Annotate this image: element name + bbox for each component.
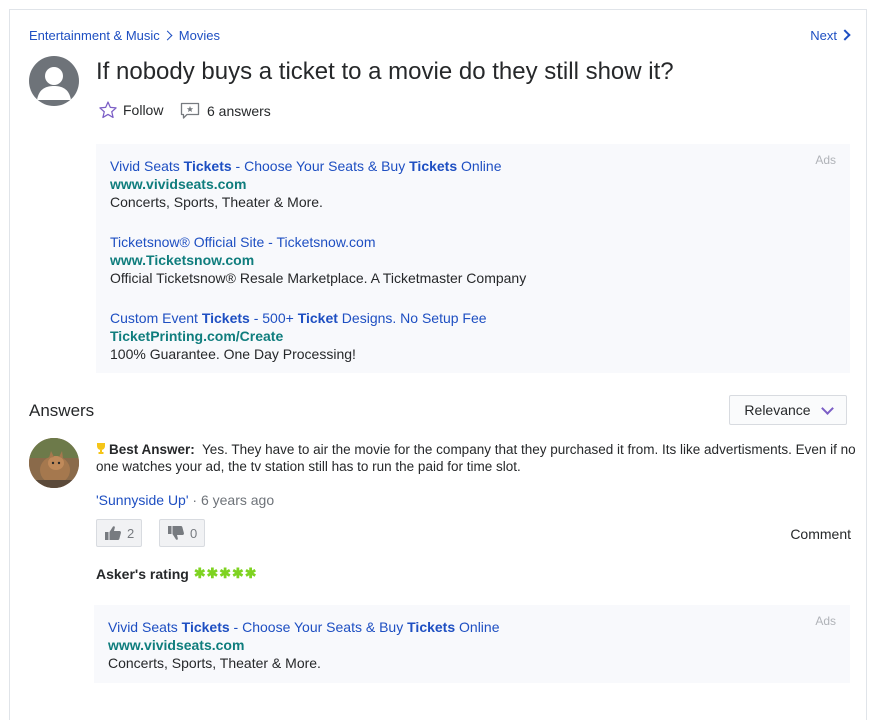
- ad-item[interactable]: Vivid Seats Tickets - Choose Your Seats …: [108, 618, 499, 672]
- ad-title-keyword: Tickets: [407, 619, 456, 635]
- follow-button[interactable]: Follow: [98, 100, 163, 120]
- ad-title-part: - Choose Your Seats & Buy: [231, 158, 410, 174]
- ad-item[interactable]: Ticketsnow® Official Site - Ticketsnow.c…: [110, 233, 526, 287]
- ad-title-part: - 500+: [249, 310, 298, 326]
- downvote-count: 0: [190, 525, 198, 541]
- next-label: Next: [810, 28, 837, 43]
- breadcrumb-category-link[interactable]: Entertainment & Music: [29, 28, 160, 43]
- ad-title-link[interactable]: Custom Event Tickets - 500+ Ticket Desig…: [110, 309, 487, 327]
- downvote-button[interactable]: 0: [159, 519, 206, 547]
- sort-dropdown[interactable]: Relevance: [729, 395, 847, 425]
- ad-description: Concerts, Sports, Theater & More.: [108, 655, 321, 671]
- ad-title-part: Online: [455, 619, 500, 635]
- breadcrumb-subcategory-link[interactable]: Movies: [179, 28, 220, 43]
- ad-title-part: Online: [457, 158, 502, 174]
- ads-label: Ads: [815, 153, 836, 167]
- ad-title-keyword: Ticket: [297, 310, 338, 326]
- ad-url[interactable]: www.vividseats.com: [110, 175, 501, 193]
- answerer-avatar[interactable]: [29, 438, 79, 488]
- upvote-button[interactable]: 2: [96, 519, 143, 547]
- comment-button[interactable]: Comment: [790, 526, 851, 542]
- ad-title-part: Vivid Seats: [108, 619, 182, 635]
- askers-rating: Asker's rating ✱✱✱✱✱: [96, 565, 257, 582]
- best-answer-text: Best Answer: Yes. They have to air the m…: [96, 441, 856, 475]
- best-answer-label: Best Answer:: [109, 442, 195, 457]
- ad-item[interactable]: Custom Event Tickets - 500+ Ticket Desig…: [110, 309, 487, 363]
- trophy-icon: [97, 443, 105, 454]
- ad-url[interactable]: TicketPrinting.com/Create: [110, 327, 487, 345]
- answer-time: 6 years ago: [200, 492, 275, 508]
- answers-count-label: 6 answers: [207, 103, 271, 119]
- ads-label: Ads: [815, 614, 836, 628]
- answers-heading: Answers: [29, 401, 95, 420]
- ad-description: Concerts, Sports, Theater & More.: [110, 194, 323, 210]
- thumbs-up-icon: [105, 526, 121, 540]
- bottom-ad-box: Ads Vivid Seats Tickets - Choose Your Se…: [94, 605, 850, 683]
- ad-title-keyword: Tickets: [181, 619, 230, 635]
- rating-stars-icon: ✱✱✱✱✱: [193, 565, 258, 581]
- top-ads-box: Ads Vivid Seats Tickets - Choose Your Se…: [96, 144, 850, 373]
- askers-rating-label: Asker's rating: [96, 565, 189, 582]
- ad-title-keyword: Tickets: [409, 158, 458, 174]
- ad-title-link[interactable]: Vivid Seats Tickets - Choose Your Seats …: [110, 157, 501, 175]
- question-title: If nobody buys a ticket to a movie do th…: [96, 58, 674, 85]
- page-frame: Entertainment & Music Movies Next If nobo…: [9, 9, 867, 720]
- answer-author-link[interactable]: 'Sunnyside Up': [96, 492, 189, 508]
- ad-title-link[interactable]: Ticketsnow® Official Site - Ticketsnow.c…: [110, 233, 526, 251]
- chevron-right-icon: [839, 29, 851, 41]
- star-outline-icon: [99, 101, 117, 119]
- breadcrumb: Entertainment & Music Movies: [29, 28, 220, 43]
- answer-meta: 'Sunnyside Up' · 6 years ago: [96, 492, 274, 508]
- follow-label: Follow: [123, 102, 164, 118]
- chevron-down-icon: [820, 401, 834, 415]
- ad-title-keyword: Tickets: [201, 310, 250, 326]
- ad-title-keyword: Tickets: [183, 158, 232, 174]
- ad-title-link[interactable]: Vivid Seats Tickets - Choose Your Seats …: [108, 618, 499, 636]
- sort-dropdown-label: Relevance: [744, 402, 811, 418]
- ad-title-part: Vivid Seats: [110, 158, 184, 174]
- ad-description: Official Ticketsnow® Resale Marketplace.…: [110, 270, 527, 286]
- ad-title-part: Custom Event: [110, 310, 202, 326]
- cat-photo-icon: [29, 438, 79, 488]
- user-silhouette-icon: [37, 67, 71, 100]
- ad-url[interactable]: www.Ticketsnow.com: [110, 251, 526, 269]
- best-answer-body: Yes. They have to air the movie for the …: [96, 442, 856, 474]
- answer-bubble-icon: [180, 102, 200, 119]
- ad-title-part: - Choose Your Seats & Buy: [229, 619, 408, 635]
- breadcrumb-chevron-icon: [162, 30, 173, 41]
- ad-title-part: Designs. No Setup Fee: [337, 310, 487, 326]
- ad-description: 100% Guarantee. One Day Processing!: [110, 346, 356, 362]
- thumbs-down-icon: [168, 526, 184, 540]
- meta-separator: ·: [188, 492, 201, 508]
- next-question-link[interactable]: Next: [810, 28, 851, 43]
- asker-avatar[interactable]: [29, 56, 79, 106]
- answers-count[interactable]: 6 answers: [180, 102, 271, 120]
- ad-url[interactable]: www.vividseats.com: [108, 636, 499, 654]
- upvote-count: 2: [127, 525, 135, 541]
- ad-item[interactable]: Vivid Seats Tickets - Choose Your Seats …: [110, 157, 501, 211]
